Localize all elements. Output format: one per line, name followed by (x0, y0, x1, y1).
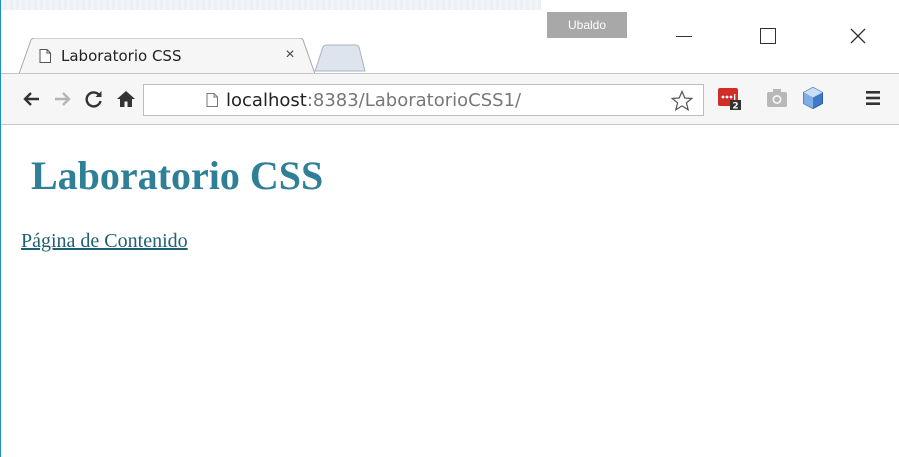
tab-laboratorio-css[interactable]: Laboratorio CSS × (19, 38, 315, 74)
maximize-button[interactable] (745, 22, 791, 50)
desktop-background-strip (1, 0, 541, 10)
menu-icon[interactable] (861, 86, 885, 110)
close-window-button[interactable] (835, 22, 881, 50)
title-bar: Ubaldo Laboratorio CSS × (1, 0, 899, 74)
minimize-button[interactable] (661, 22, 707, 50)
browser-toolbar: localhost:8383/LaboratorioCSS1/ 2 (1, 73, 899, 125)
maximize-icon (760, 28, 776, 44)
address-url[interactable]: localhost:8383/LaboratorioCSS1/ (226, 90, 521, 111)
forward-icon (55, 92, 71, 106)
new-tab-button[interactable] (311, 44, 367, 72)
lastpass-badge: 2 (732, 102, 738, 111)
profile-user-badge[interactable]: Ubaldo (547, 12, 627, 38)
contenido-link[interactable]: Página de Contenido (21, 230, 188, 253)
close-icon (850, 28, 866, 44)
address-bar[interactable]: localhost:8383/LaboratorioCSS1/ (143, 84, 704, 116)
lastpass-icon[interactable]: 2 (717, 86, 741, 110)
page-icon (39, 49, 51, 63)
url-host: localhost (226, 89, 307, 111)
tab-close-icon[interactable]: × (281, 46, 299, 64)
cube-icon[interactable] (801, 86, 825, 110)
star-icon[interactable] (671, 90, 693, 112)
home-button[interactable] (113, 86, 139, 112)
page-heading: Laboratorio CSS (31, 153, 324, 198)
forward-button[interactable] (49, 86, 75, 112)
reload-icon (85, 91, 102, 108)
home-icon (117, 91, 135, 107)
minimize-icon (676, 35, 692, 37)
browser-window: Ubaldo Laboratorio CSS × localhost:8383/… (0, 0, 899, 457)
camera-icon[interactable] (765, 86, 789, 110)
back-button[interactable] (19, 86, 45, 112)
url-path: :8383/LaboratorioCSS1/ (306, 89, 522, 111)
reload-button[interactable] (81, 86, 107, 112)
page-info-icon[interactable] (206, 93, 218, 107)
page-content: Laboratorio CSS Página de Contenido (1, 126, 899, 457)
tab-title: Laboratorio CSS (61, 47, 182, 65)
back-icon (23, 92, 39, 106)
